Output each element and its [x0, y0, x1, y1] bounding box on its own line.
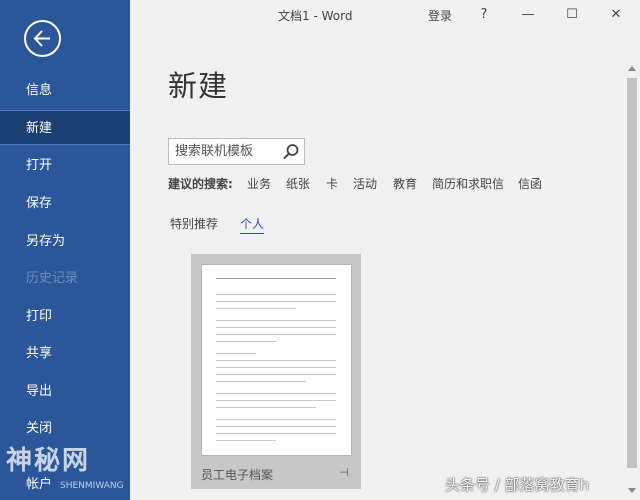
nav-save-as[interactable]: 另存为	[0, 224, 130, 259]
nav-history: 历史记录	[26, 271, 79, 286]
maximize-button[interactable]: ☐	[550, 0, 594, 30]
suggested-search-link[interactable]: 纸张	[286, 175, 310, 192]
watermark-logo: 神秘网	[6, 446, 91, 476]
scroll-thumb[interactable]	[627, 78, 637, 468]
search-icon[interactable]	[282, 143, 300, 161]
suggested-search-link[interactable]: 活动	[353, 175, 377, 192]
window-title: 文档1 - Word	[278, 9, 353, 23]
template-name: 员工电子档案	[201, 468, 274, 482]
tab-personal[interactable]: 个人	[240, 215, 265, 234]
template-thumbnail	[201, 264, 352, 456]
back-arrow-icon	[33, 30, 50, 47]
suggested-search-link[interactable]: 教育	[393, 175, 417, 192]
vertical-scrollbar[interactable]	[624, 60, 640, 500]
watermark-logo-sub: SHENMIWANG	[60, 481, 124, 491]
nav-share[interactable]: 共享	[0, 336, 130, 371]
nav-info[interactable]: 信息	[0, 73, 130, 108]
template-card[interactable]: 员工电子档案 ⊣	[191, 254, 361, 489]
minimize-button[interactable]: —	[506, 0, 550, 30]
nav-export[interactable]: 导出	[0, 374, 130, 409]
nav-save[interactable]: 保存	[0, 186, 130, 221]
close-button[interactable]: ✕	[594, 0, 638, 30]
template-search-input[interactable]	[169, 139, 279, 164]
nav-print[interactable]: 打印	[0, 299, 130, 334]
pin-icon[interactable]: ⊣	[339, 466, 349, 479]
template-search-box	[168, 138, 305, 165]
watermark-text: 头条号 / 部落窝教育h	[445, 476, 590, 494]
title-bar: 文档1 - Word 登录 ? — ☐ ✕	[130, 0, 640, 30]
back-button[interactable]	[24, 20, 61, 57]
nav-new[interactable]: 新建	[0, 110, 130, 145]
suggested-search-link[interactable]: 卡	[326, 175, 338, 192]
tab-featured[interactable]: 特别推荐	[170, 215, 218, 232]
nav-open[interactable]: 打开	[0, 148, 130, 183]
scroll-down-icon[interactable]	[628, 488, 636, 493]
suggested-search-link[interactable]: 业务	[247, 175, 271, 192]
login-link[interactable]: 登录	[428, 7, 452, 24]
help-button[interactable]: ?	[462, 0, 506, 30]
suggested-search-link[interactable]: 简历和求职信	[432, 175, 504, 192]
backstage-sidebar: 信息 新建 打开 保存 另存为 历史记录 打印 共享 导出 关闭 帐户	[0, 0, 130, 500]
page-title: 新建	[168, 69, 229, 103]
suggested-search-link[interactable]: 信函	[518, 175, 542, 192]
suggested-searches-label: 建议的搜索:	[168, 177, 233, 191]
scroll-up-icon[interactable]	[628, 66, 636, 71]
